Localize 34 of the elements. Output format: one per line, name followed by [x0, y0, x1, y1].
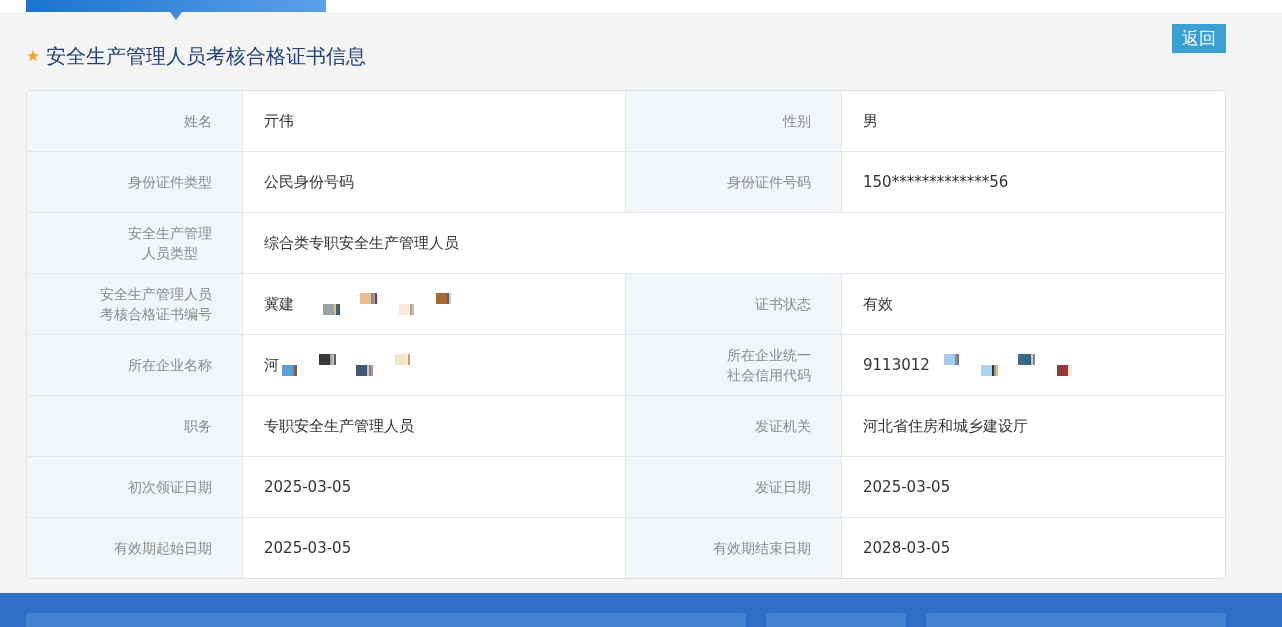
field-label: 证书状态	[755, 295, 811, 314]
back-button[interactable]: 返回	[1172, 24, 1226, 53]
field-value: 2028-03-05	[863, 539, 951, 557]
field-value: 冀建	[264, 294, 294, 314]
field-label: 职务	[184, 417, 212, 436]
field-value: 河	[264, 355, 279, 375]
field-value: 2025-03-05	[863, 478, 951, 496]
field-label: 所在企业统一 社会信用代码	[727, 346, 811, 385]
field-label: 姓名	[184, 112, 212, 131]
star-icon	[26, 49, 40, 63]
page-title: 安全生产管理人员考核合格证书信息	[46, 42, 367, 70]
field-label: 有效期结束日期	[713, 539, 811, 558]
field-label: 有效期起始日期	[114, 539, 212, 558]
field-label: 安全生产管理 人员类型	[128, 224, 212, 263]
field-label: 发证日期	[755, 478, 811, 497]
field-value: 综合类专职安全生产管理人员	[264, 233, 459, 253]
field-value: 2025-03-05	[264, 539, 352, 557]
field-value: 150*************56	[863, 173, 1009, 191]
field-value: 男	[863, 111, 878, 131]
field-label: 身份证件类型	[128, 173, 212, 192]
field-label: 初次领证日期	[128, 478, 212, 497]
field-value: 亓伟	[264, 111, 294, 131]
field-value: 9113012	[863, 356, 930, 374]
field-value: 2025-03-05	[264, 478, 352, 496]
field-value: 专职安全生产管理人员	[264, 416, 414, 436]
field-value: 有效	[863, 294, 893, 314]
field-value: 河北省住房和城乡建设厅	[863, 416, 1028, 436]
pointer-icon	[170, 12, 182, 20]
field-label: 安全生产管理人员 考核合格证书编号	[100, 285, 212, 324]
field-label: 性别	[783, 112, 811, 131]
field-value: 公民身份号码	[264, 172, 354, 192]
field-label: 发证机关	[755, 417, 811, 436]
field-label: 身份证件号码	[727, 173, 811, 192]
field-label: 所在企业名称	[128, 356, 212, 375]
